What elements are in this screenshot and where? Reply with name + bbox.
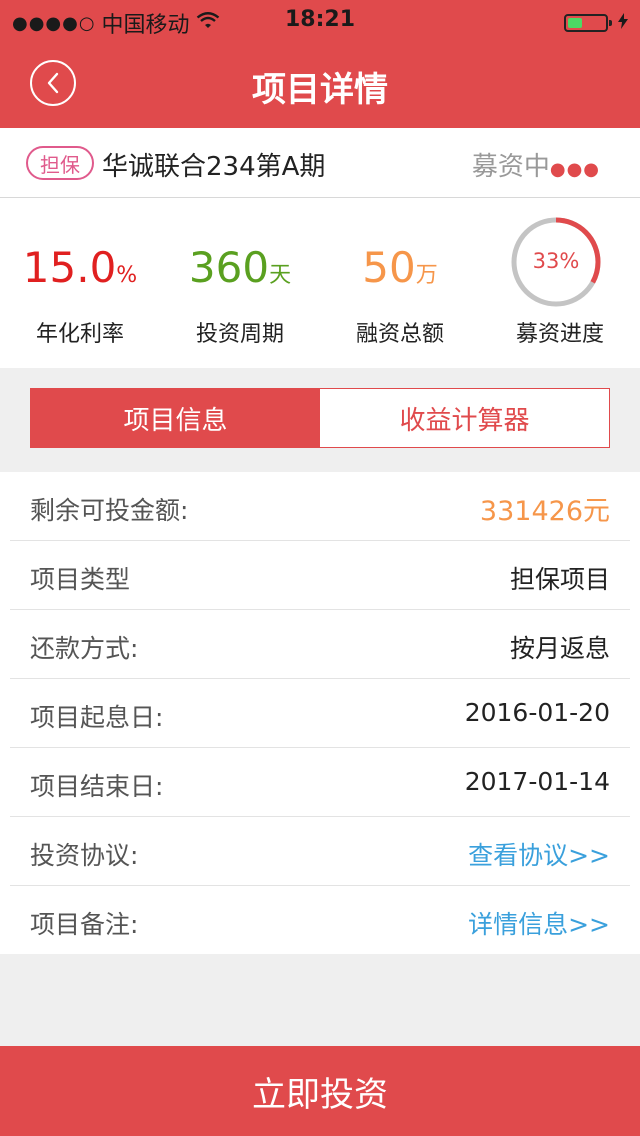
info-key: 项目备注: xyxy=(30,910,139,939)
start-date: 2016-01-20 xyxy=(464,698,610,727)
view-agreement-link[interactable]: 查看协议>> xyxy=(468,836,610,872)
details-link[interactable]: 详情信息>> xyxy=(468,905,610,941)
info-row-end-date: 项目结束日: 2017-01-14 xyxy=(10,748,630,817)
tab-yield-calculator[interactable]: 收益计算器 xyxy=(320,389,609,447)
project-info-list: 剩余可投金额: 331426元 项目类型 担保项目 还款方式: 按月返息 项目起… xyxy=(0,472,640,954)
invest-now-button[interactable]: 立即投资 xyxy=(0,1046,640,1136)
loading-dots-icon: ●●● xyxy=(549,159,600,180)
info-key: 投资协议: xyxy=(30,841,139,870)
info-key: 项目类型 xyxy=(30,565,131,594)
battery-indicator xyxy=(564,10,628,35)
repayment-method: 按月返息 xyxy=(509,634,610,663)
fund-status: 募资中●●● xyxy=(472,146,600,183)
rate-unit: % xyxy=(116,263,138,288)
info-key: 还款方式: xyxy=(30,634,139,663)
info-row-repayment: 还款方式: 按月返息 xyxy=(10,610,630,679)
status-bar: ●●●●○ 中国移动 18:21 xyxy=(0,0,640,40)
charging-icon xyxy=(618,10,628,35)
page-title: 项目详情 xyxy=(252,70,388,110)
info-row-remarks: 项目备注: 详情信息>> xyxy=(10,886,630,954)
fund-status-label: 募资中 xyxy=(471,152,550,182)
stats-panel: 15.0% 年化利率 360天 投资周期 50万 融资总额 33% 募资进度 xyxy=(0,198,640,368)
stat-total: 50万 融资总额 xyxy=(320,243,480,348)
info-row-agreement: 投资协议: 查看协议>> xyxy=(10,817,630,886)
guarantee-badge: 担保 xyxy=(26,146,94,180)
battery-icon xyxy=(564,13,612,32)
remaining-amount: 331426元 xyxy=(479,496,610,527)
progress-percent: 33% xyxy=(532,249,580,273)
rate-value: 15.0 xyxy=(22,243,117,292)
project-type: 担保项目 xyxy=(509,565,610,594)
info-row-start-date: 项目起息日: 2016-01-20 xyxy=(10,679,630,748)
rate-label: 年化利率 xyxy=(35,322,124,347)
period-value: 360 xyxy=(188,243,270,292)
total-label: 融资总额 xyxy=(355,322,444,347)
info-key: 项目起息日: xyxy=(30,703,164,732)
progress-label: 募资进度 xyxy=(515,322,604,347)
info-row-type: 项目类型 担保项目 xyxy=(10,541,630,610)
project-header: 担保 华诚联合234第A期 募资中●●● xyxy=(0,128,640,198)
stat-period: 360天 投资周期 xyxy=(160,243,320,348)
navigation-bar: 项目详情 xyxy=(0,40,640,128)
total-unit: 万 xyxy=(415,263,438,288)
period-label: 投资周期 xyxy=(195,322,284,347)
total-value: 50 xyxy=(362,243,416,292)
progress-ring: 33% xyxy=(510,216,602,308)
end-date: 2017-01-14 xyxy=(464,767,610,796)
clock: 18:21 xyxy=(284,7,356,32)
info-key: 剩余可投金额: xyxy=(30,496,189,525)
tab-project-info[interactable]: 项目信息 xyxy=(31,389,320,447)
tab-bar: 项目信息 收益计算器 xyxy=(30,388,610,448)
project-name: 华诚联合234第A期 xyxy=(102,152,326,182)
period-unit: 天 xyxy=(269,263,292,288)
info-key: 项目结束日: xyxy=(30,772,164,801)
info-row-remaining: 剩余可投金额: 331426元 xyxy=(10,472,630,541)
stat-rate: 15.0% 年化利率 xyxy=(0,243,160,348)
battery-fill xyxy=(568,17,582,28)
